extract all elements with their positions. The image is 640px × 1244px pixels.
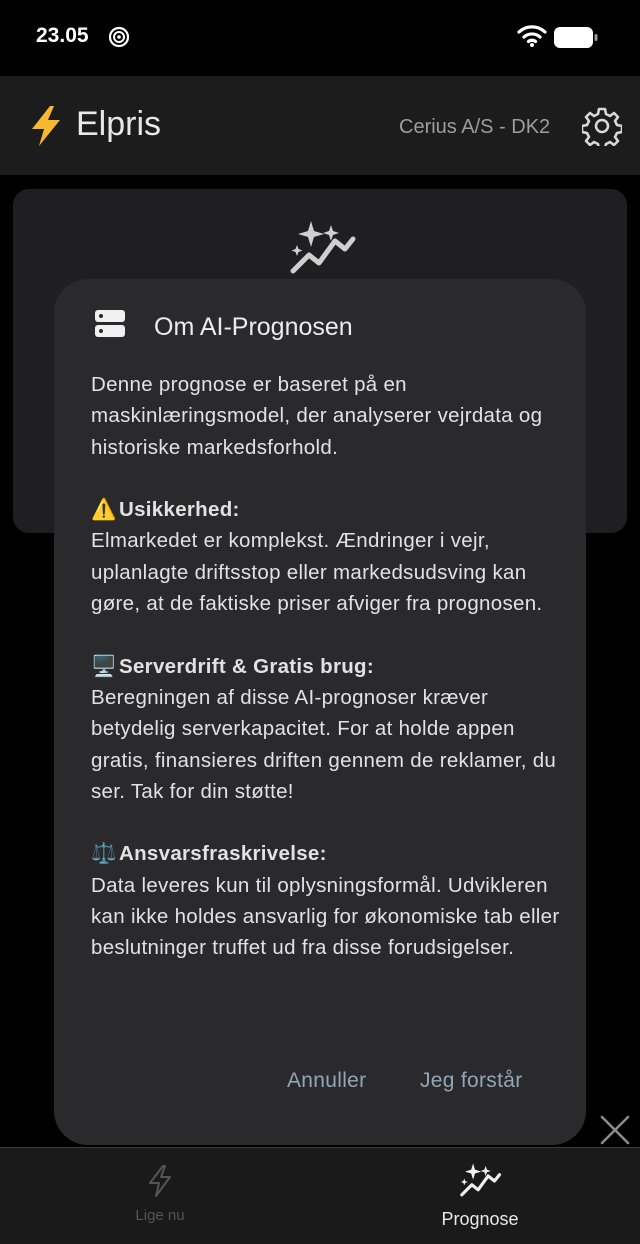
lightning-bolt-icon <box>32 106 60 146</box>
ai-forecast-info-dialog: Om AI-Prognosen Denne prognose er basere… <box>54 279 586 1145</box>
bottom-navigation: Lige nu Prognose <box>0 1147 640 1244</box>
server-icon <box>95 310 125 337</box>
section-disclaimer: ⚖️ Ansvarsfraskrivelse: Data leveres kun … <box>91 838 561 963</box>
dialog-title: Om AI-Prognosen <box>154 313 353 341</box>
cancel-button[interactable]: Annuller <box>287 1069 366 1093</box>
battery-icon <box>554 27 598 48</box>
dialog-actions: Annuller Jeg forstår <box>54 1069 586 1099</box>
nav-item-prognose[interactable]: Prognose <box>320 1148 640 1244</box>
scales-icon: ⚖️ <box>91 842 117 866</box>
section-uncertainty: ⚠️ Usikkerhed: Elmarkedet er komplekst. Æ… <box>91 494 561 619</box>
section-heading: 🖥️ Serverdrift & Gratis brug: <box>91 655 374 678</box>
nav-label: Prognose <box>441 1209 519 1229</box>
section-heading: ⚖️ Ansvarsfraskrivelse: <box>91 842 327 865</box>
app-title: Elpris <box>76 105 162 143</box>
focus-mode-icon <box>108 26 130 48</box>
section-heading: ⚠️ Usikkerhed: <box>91 498 240 521</box>
dialog-body: Denne prognose er baseret på en maskinlæ… <box>91 369 561 995</box>
section-text: Data leveres kun til oplysningsformål. U… <box>91 873 560 960</box>
gear-icon[interactable] <box>582 106 622 146</box>
sparkle-trend-icon <box>460 1163 502 1197</box>
region-selector[interactable]: Cerius A/S - DK2 <box>399 116 550 139</box>
nav-item-lige-nu[interactable]: Lige nu <box>0 1148 320 1244</box>
warning-icon: ⚠️ <box>91 498 117 522</box>
wifi-icon <box>517 25 547 47</box>
confirm-button[interactable]: Jeg forstår <box>420 1069 523 1093</box>
dialog-intro: Denne prognose er baseret på en maskinlæ… <box>91 373 543 459</box>
sparkle-trend-icon <box>290 221 356 274</box>
bolt-outline-icon <box>149 1165 171 1197</box>
status-time: 23.05 <box>36 24 89 47</box>
app-bar: Elpris Cerius A/S - DK2 <box>0 76 640 175</box>
status-bar: 23.05 <box>0 0 640 76</box>
nav-label: Lige nu <box>135 1207 185 1224</box>
section-server: 🖥️ Serverdrift & Gratis brug: Beregningen… <box>91 651 561 807</box>
close-icon[interactable] <box>598 1113 632 1147</box>
section-text: Elmarkedet er komplekst. Ændringer i vej… <box>91 529 543 616</box>
section-text: Beregningen af disse AI-prognoser kræver… <box>91 685 557 803</box>
computer-icon: 🖥️ <box>91 654 117 678</box>
